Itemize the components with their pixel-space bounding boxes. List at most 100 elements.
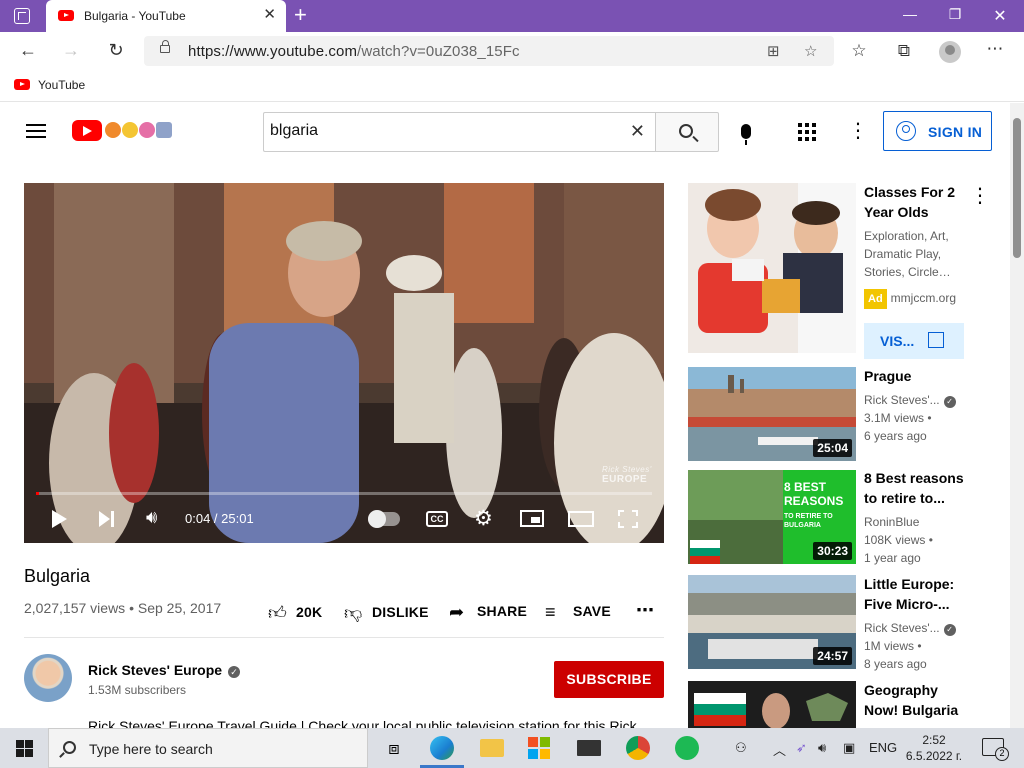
lock-icon (160, 40, 170, 53)
file-explorer-icon[interactable] (480, 739, 504, 757)
chrome-icon[interactable] (626, 736, 650, 760)
minimize-button[interactable]: — (900, 6, 920, 22)
verified-icon: ✓ (228, 666, 241, 678)
search-icon (679, 124, 693, 138)
video-meta: Rick Steves'... ✓ 1M views • 8 years ago (864, 619, 956, 673)
verified-icon: ✓ (943, 624, 956, 636)
youtube-logo[interactable] (72, 120, 102, 141)
mail-icon[interactable] (577, 740, 601, 756)
theater-mode-icon[interactable] (568, 511, 594, 527)
video-title-link[interactable]: Geography Now! Bulgaria (864, 680, 968, 720)
back-arrow-icon[interactable]: ← (17, 40, 39, 60)
notifications-icon[interactable]: 2 (982, 738, 1009, 761)
video-thumbnail[interactable] (688, 681, 856, 728)
tab-title: Bulgaria - YouTube (84, 9, 186, 23)
video-duration: 24:57 (813, 647, 852, 665)
tab-actions-icon[interactable] (14, 8, 30, 24)
apps-available-icon[interactable]: ⊞ (767, 42, 780, 60)
search-input[interactable] (270, 122, 610, 140)
dislike-button[interactable]: 👎︎ DISLIKE (344, 602, 429, 624)
video-title-link[interactable]: Prague (864, 366, 968, 386)
video-duration: 25:04 (813, 439, 852, 457)
refresh-icon[interactable]: ↻ (105, 40, 127, 60)
youtube-favicon-icon (58, 10, 74, 21)
share-button[interactable]: ➦ SHARE (449, 602, 527, 623)
video-thumbnail[interactable]: 8 BEST REASONS TO RETIRE TO BULGARIA 30:… (688, 470, 856, 564)
more-options-icon[interactable]: ⋯ (984, 39, 1006, 59)
captions-icon[interactable]: CC (426, 511, 448, 527)
close-window-button[interactable]: ✕ (990, 6, 1010, 26)
ad-description: Exploration, Art, Dramatic Play, Stories… (864, 229, 951, 279)
miniplayer-icon[interactable] (520, 510, 544, 527)
url-field[interactable]: https://www.youtube.com/watch?v=0uZ038_1… (144, 36, 834, 66)
network-icon[interactable]: ▣ (843, 740, 855, 756)
sign-in-button[interactable]: SIGN IN (883, 111, 992, 151)
people-icon[interactable]: ⚇ (735, 740, 747, 756)
windows-start-icon[interactable] (16, 740, 33, 757)
volume-tray-icon[interactable]: 🔊︎ (818, 740, 826, 756)
scrollbar-thumb[interactable] (1013, 118, 1021, 258)
url-text[interactable]: https://www.youtube.com/watch?v=0uZ038_1… (188, 43, 520, 60)
tab-close-icon[interactable]: ✕ (263, 7, 276, 23)
ad-thumbnail[interactable] (688, 183, 856, 353)
favorite-youtube-link[interactable]: YouTube (38, 78, 85, 92)
taskbar-clock[interactable]: 2:52 6.5.2022 г. (896, 732, 972, 764)
ad-title[interactable]: Classes For 2 Year Olds (864, 182, 968, 222)
favorites-icon[interactable]: ☆ (848, 41, 870, 61)
video-progress-bar[interactable] (36, 492, 652, 495)
video-thumbnail[interactable]: 24:57 (688, 575, 856, 669)
subscribe-button[interactable]: SUBSCRIBE (554, 661, 664, 698)
video-stats: 2,027,157 views • Sep 25, 2017 (24, 600, 222, 616)
fullscreen-icon[interactable] (618, 510, 638, 528)
doodle-flower-icon (139, 122, 155, 138)
channel-avatar[interactable] (24, 654, 72, 702)
clear-search-icon[interactable]: ✕ (630, 121, 645, 142)
play-icon[interactable] (52, 510, 67, 528)
new-tab-button[interactable]: + (294, 4, 307, 26)
ad-menu-icon[interactable]: ⋮ (970, 186, 990, 206)
browser-titlebar: Bulgaria - YouTube ✕ + — ❐ ✕ (0, 0, 1024, 32)
language-indicator[interactable]: ENG (869, 740, 897, 755)
menu-icon[interactable] (26, 124, 46, 138)
edge-browser-icon[interactable] (430, 736, 454, 760)
show-hidden-icons-icon[interactable]: ︿ (773, 740, 786, 759)
windows-taskbar: Type here to search ⧈ ⚇ ︿ ➶ 🔊︎ ▣ ENG 2:5… (0, 728, 1024, 768)
divider (24, 637, 664, 638)
favorites-bar: YouTube (0, 70, 1024, 102)
external-link-icon (928, 332, 944, 348)
video-player[interactable]: Rick Steves' EUROPE 🔊︎ 0:04 / 25:01 CC ⚙ (24, 183, 664, 543)
thumbs-down-icon: 👎︎ (344, 603, 363, 623)
video-thumbnail[interactable]: 25:04 (688, 367, 856, 461)
autoplay-toggle[interactable] (368, 510, 400, 528)
browser-tab[interactable]: Bulgaria - YouTube ✕ (46, 0, 286, 32)
like-button[interactable]: 👍︎ 20K (268, 602, 322, 624)
doodle-flower-icon (105, 122, 121, 138)
video-title: Bulgaria (24, 566, 91, 586)
spotify-icon[interactable] (675, 736, 699, 760)
restore-button[interactable]: ❐ (945, 6, 965, 23)
next-video-icon[interactable] (99, 511, 115, 527)
feather-app-icon[interactable]: ➶ (796, 740, 807, 756)
apps-grid-icon[interactable] (798, 123, 816, 141)
task-view-icon[interactable]: ⧈ (382, 736, 406, 760)
save-button[interactable]: ≡ SAVE (545, 602, 611, 623)
video-title-link[interactable]: 8 Best reasons to retire to... (864, 468, 968, 508)
channel-name[interactable]: Rick Steves' Europe ✓ (88, 662, 241, 678)
microsoft-store-icon[interactable] (528, 737, 550, 759)
collections-icon[interactable]: ⧉ (893, 41, 915, 61)
search-button[interactable] (655, 112, 719, 152)
microphone-icon[interactable] (741, 124, 751, 145)
visit-site-button[interactable]: VIS... (864, 323, 964, 359)
volume-icon[interactable]: 🔊︎ (146, 507, 157, 528)
taskbar-search[interactable]: Type here to search (48, 728, 368, 768)
settings-gear-icon[interactable]: ⚙ (474, 508, 493, 529)
address-bar: ← → ↻ https://www.youtube.com/watch?v=0u… (0, 32, 1024, 70)
profile-avatar-icon[interactable] (939, 41, 961, 63)
settings-menu-icon[interactable]: ⋮ (848, 121, 868, 141)
more-actions-icon[interactable]: ⋯ (636, 600, 654, 621)
youtube-header: ✕ ⋮ SIGN IN (0, 103, 1010, 159)
add-favorite-icon[interactable]: ☆ (804, 42, 817, 60)
video-title-link[interactable]: Little Europe: Five Micro-... (864, 574, 968, 614)
forward-arrow-icon[interactable]: → (60, 40, 82, 60)
account-icon (896, 121, 916, 141)
